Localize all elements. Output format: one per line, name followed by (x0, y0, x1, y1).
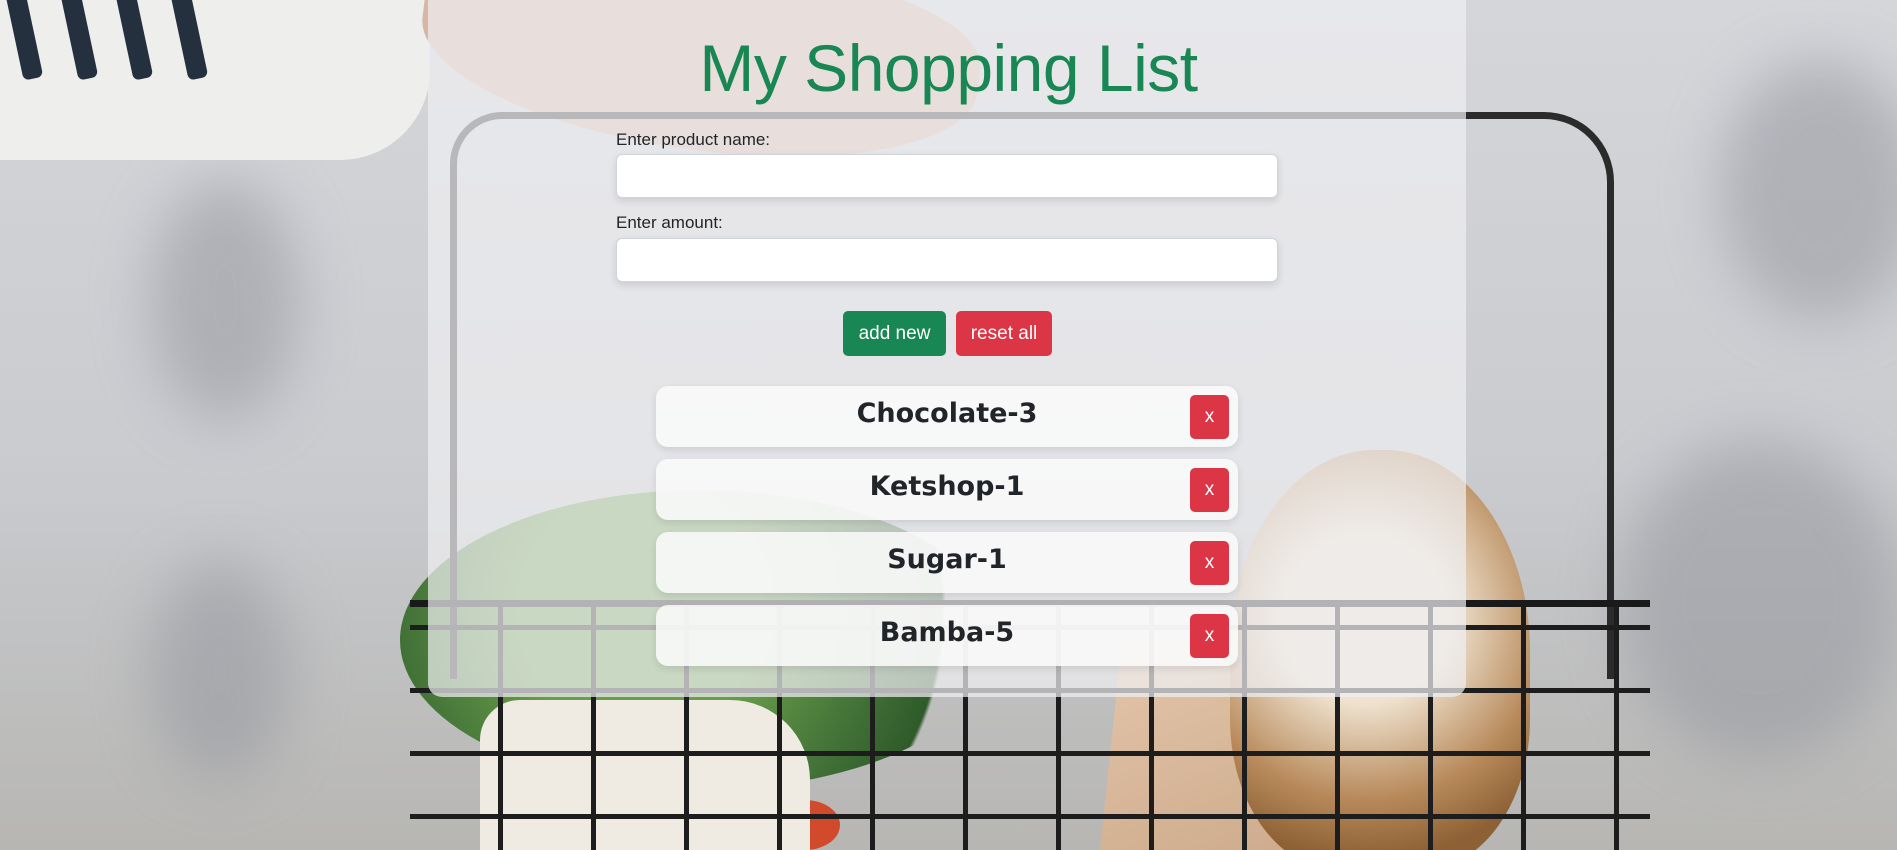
list-item-label: Sugar-1 (887, 544, 1007, 575)
delete-item-button[interactable]: x (1190, 541, 1229, 585)
list-item: Sugar-1 x (656, 532, 1238, 593)
list-item-label: Ketshop-1 (869, 471, 1025, 502)
list-item-label: Bamba-5 (879, 617, 1015, 648)
delete-item-button[interactable]: x (1190, 468, 1229, 512)
page: My Shopping List Enter product name: Ent… (0, 0, 1897, 850)
delete-item-button[interactable]: x (1190, 614, 1229, 658)
product-name-input[interactable] (616, 154, 1278, 198)
amount-label: Enter amount: (616, 213, 723, 232)
list-item: Bamba-5 x (656, 605, 1238, 666)
list-item: Chocolate-3 x (656, 386, 1238, 447)
shopping-list: Chocolate-3 x Ketshop-1 x Sugar-1 x Bamb… (656, 386, 1238, 678)
product-name-label: Enter product name: (616, 130, 771, 149)
reset-all-button[interactable]: reset all (956, 311, 1052, 356)
amount-input[interactable] (616, 238, 1278, 282)
page-title: My Shopping List (699, 31, 1198, 105)
list-item: Ketshop-1 x (656, 459, 1238, 520)
add-new-button[interactable]: add new (843, 311, 946, 356)
list-item-label: Chocolate-3 (856, 398, 1038, 429)
delete-item-button[interactable]: x (1190, 395, 1229, 439)
